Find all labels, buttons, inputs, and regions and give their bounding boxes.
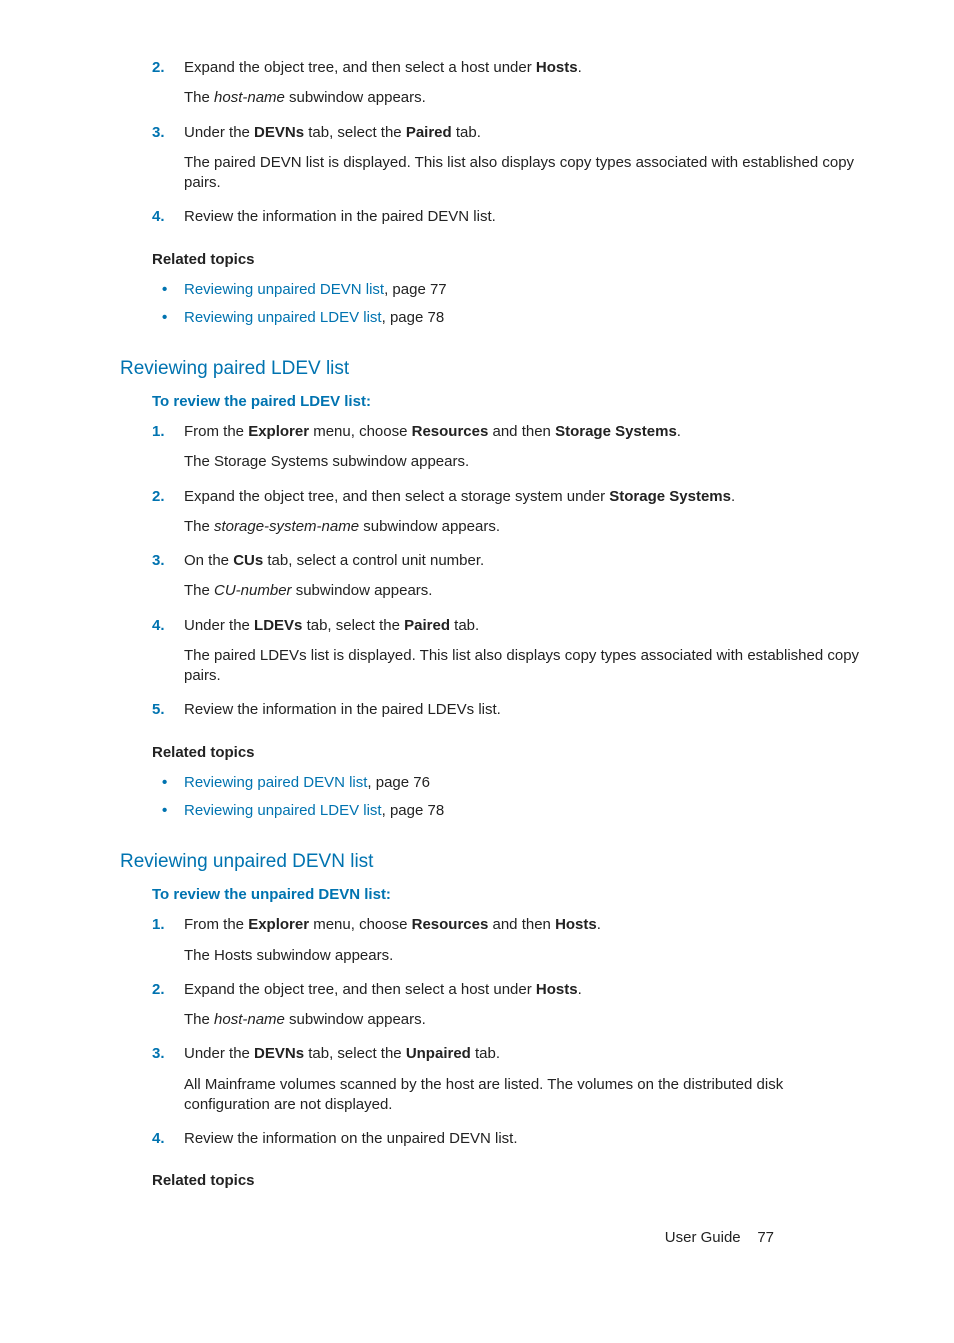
step-text: Review the information on the unpaired D… (184, 1129, 864, 1149)
step-item: 1. From the Explorer menu, choose Resourc… (152, 422, 864, 473)
step-result: The host-name subwindow appears. (184, 88, 864, 108)
footer-label: User Guide (665, 1229, 741, 1246)
step-item: 3. On the CUs tab, select a control unit … (152, 551, 864, 602)
step-number: 3. (152, 551, 165, 571)
step-result: The storage-system-name subwindow appear… (184, 517, 864, 537)
step-text: Under the LDEVs tab, select the Paired t… (184, 616, 864, 636)
step-number: 2. (152, 980, 165, 1000)
step-text: Under the DEVNs tab, select the Unpaired… (184, 1044, 864, 1064)
related-topic-suffix: , page 76 (367, 774, 430, 791)
related-topic-item: Reviewing unpaired LDEV list, page 78 (152, 308, 864, 328)
step-item: 5. Review the information in the paired L… (152, 700, 864, 720)
related-topic-link[interactable]: Reviewing unpaired LDEV list (184, 802, 382, 819)
step-result: All Mainframe volumes scanned by the hos… (184, 1075, 864, 1116)
step-text: Expand the object tree, and then select … (184, 980, 864, 1000)
section2-related-list: Reviewing paired DEVN list, page 76Revie… (152, 773, 864, 822)
step-item: 2. Expand the object tree, and then selec… (152, 980, 864, 1031)
related-topic-suffix: , page 77 (384, 281, 447, 298)
page-footer: User Guide 77 (665, 1228, 774, 1248)
step-text: Expand the object tree, and then select … (184, 58, 864, 78)
related-topic-link[interactable]: Reviewing unpaired LDEV list (184, 309, 382, 326)
step-text: Review the information in the paired DEV… (184, 207, 864, 227)
related-topic-item: Reviewing paired DEVN list, page 76 (152, 773, 864, 793)
step-text: From the Explorer menu, choose Resources… (184, 915, 864, 935)
related-topic-suffix: , page 78 (382, 802, 445, 819)
section2-related-heading: Related topics (152, 743, 864, 763)
step-result: The paired DEVN list is displayed. This … (184, 153, 864, 194)
step-number: 1. (152, 422, 165, 442)
step-text: Expand the object tree, and then select … (184, 487, 864, 507)
step-number: 3. (152, 123, 165, 143)
section1-related-list: Reviewing unpaired DEVN list, page 77Rev… (152, 280, 864, 329)
step-text: On the CUs tab, select a control unit nu… (184, 551, 864, 571)
section2-subheading: To review the paired LDEV list: (152, 392, 864, 412)
step-number: 2. (152, 58, 165, 78)
step-number: 3. (152, 1044, 165, 1064)
step-text: Under the DEVNs tab, select the Paired t… (184, 123, 864, 143)
step-result: The Storage Systems subwindow appears. (184, 452, 864, 472)
step-item: 4. Under the LDEVs tab, select the Paired… (152, 616, 864, 687)
section1-steps: 2. Expand the object tree, and then selec… (152, 58, 864, 228)
step-result: The host-name subwindow appears. (184, 1010, 864, 1030)
step-number: 2. (152, 487, 165, 507)
related-topic-item: Reviewing unpaired DEVN list, page 77 (152, 280, 864, 300)
section3-heading: Reviewing unpaired DEVN list (120, 849, 864, 875)
section3-related-heading: Related topics (152, 1171, 864, 1191)
step-item: 3. Under the DEVNs tab, select the Unpair… (152, 1044, 864, 1115)
step-result: The paired LDEVs list is displayed. This… (184, 646, 864, 687)
step-number: 4. (152, 616, 165, 636)
step-item: 1. From the Explorer menu, choose Resourc… (152, 915, 864, 966)
section3-subheading: To review the unpaired DEVN list: (152, 885, 864, 905)
related-topic-link[interactable]: Reviewing unpaired DEVN list (184, 281, 384, 298)
related-topic-link[interactable]: Reviewing paired DEVN list (184, 774, 367, 791)
step-result: The CU-number subwindow appears. (184, 581, 864, 601)
step-result: The Hosts subwindow appears. (184, 946, 864, 966)
step-item: 4. Review the information in the paired D… (152, 207, 864, 227)
related-topic-suffix: , page 78 (382, 309, 445, 326)
step-item: 2. Expand the object tree, and then selec… (152, 487, 864, 538)
step-number: 5. (152, 700, 165, 720)
section3-steps: 1. From the Explorer menu, choose Resourc… (152, 915, 864, 1149)
section2-steps: 1. From the Explorer menu, choose Resourc… (152, 422, 864, 721)
step-number: 4. (152, 1129, 165, 1149)
step-text: From the Explorer menu, choose Resources… (184, 422, 864, 442)
footer-page-number: 77 (757, 1229, 774, 1246)
related-topic-item: Reviewing unpaired LDEV list, page 78 (152, 801, 864, 821)
step-item: 3. Under the DEVNs tab, select the Paired… (152, 123, 864, 194)
section1-related-heading: Related topics (152, 250, 864, 270)
step-item: 2. Expand the object tree, and then selec… (152, 58, 864, 109)
step-number: 4. (152, 207, 165, 227)
step-item: 4. Review the information on the unpaired… (152, 1129, 864, 1149)
step-text: Review the information in the paired LDE… (184, 700, 864, 720)
step-number: 1. (152, 915, 165, 935)
section2-heading: Reviewing paired LDEV list (120, 356, 864, 382)
